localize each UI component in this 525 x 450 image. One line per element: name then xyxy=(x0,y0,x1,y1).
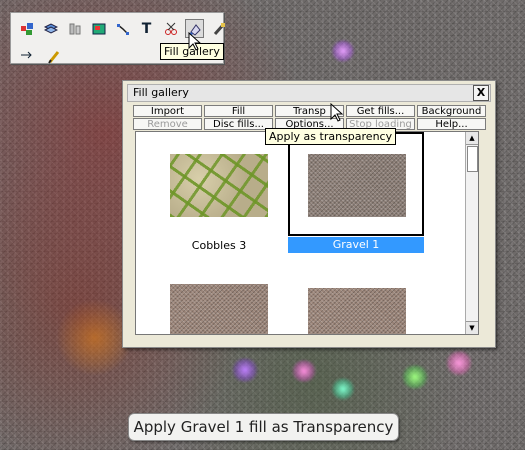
fill-thumbnail[interactable] xyxy=(170,154,268,217)
sparkle-decoration xyxy=(230,358,260,382)
sparkle-decoration xyxy=(400,365,430,389)
transparency-icon[interactable] xyxy=(209,19,228,38)
import-button[interactable]: Import xyxy=(133,105,202,117)
dialog-titlebar[interactable]: Fill gallery X xyxy=(127,84,491,102)
fill-thumbnail[interactable] xyxy=(308,288,406,334)
quick-shapes-icon[interactable] xyxy=(17,19,36,38)
scroll-thumb[interactable] xyxy=(467,146,478,172)
vertical-scrollbar[interactable]: ▲ ▼ xyxy=(465,132,478,334)
dialog-title: Fill gallery xyxy=(133,86,189,99)
status-caption: Apply Gravel 1 fill as Transparency xyxy=(128,413,399,441)
gallery-item-label: Cobbles 3 xyxy=(191,239,247,252)
bitmap-icon[interactable] xyxy=(89,19,108,38)
bars-icon[interactable] xyxy=(65,19,84,38)
transparency-tooltip: Apply as transparency xyxy=(265,128,397,145)
fill-gallery-list[interactable]: Cobbles 3 Gravel 1 ▲ ▼ xyxy=(135,131,479,335)
background-button[interactable]: Background xyxy=(417,105,486,117)
get-fills-button[interactable]: Get fills... xyxy=(346,105,415,117)
scroll-up-icon[interactable]: ▲ xyxy=(466,132,478,145)
fill-gallery-dialog: Fill gallery X Import Fill Transp Get fi… xyxy=(122,80,496,348)
fill-thumbnail[interactable] xyxy=(308,154,406,217)
mouse-cursor-icon xyxy=(188,32,202,51)
help-button[interactable]: Help... xyxy=(417,118,486,130)
fill-button[interactable]: Fill xyxy=(204,105,273,117)
sparkle-decoration xyxy=(330,378,356,400)
text-icon[interactable]: T xyxy=(137,19,156,38)
pen-icon[interactable] xyxy=(44,47,63,66)
disc-fills-button[interactable]: Disc fills... xyxy=(204,118,273,130)
pointer-icon[interactable] xyxy=(17,47,36,66)
scroll-down-icon[interactable]: ▼ xyxy=(466,321,478,334)
shape-editor-icon[interactable] xyxy=(113,19,132,38)
sparkle-decoration xyxy=(445,350,473,376)
fill-thumbnail[interactable] xyxy=(170,284,268,334)
gallery-item-label: Gravel 1 xyxy=(288,237,424,253)
sparkle-decoration xyxy=(290,360,318,382)
knife-icon[interactable] xyxy=(161,19,180,38)
remove-button[interactable]: Remove xyxy=(133,118,202,130)
mouse-cursor-icon xyxy=(330,103,344,122)
sparkle-decoration xyxy=(330,40,356,62)
button-row-1: Import Fill Transp Get fills... Backgrou… xyxy=(133,105,488,117)
toolbar-row-2 xyxy=(17,47,63,66)
layers-icon[interactable] xyxy=(41,19,60,38)
close-button[interactable]: X xyxy=(473,85,489,101)
